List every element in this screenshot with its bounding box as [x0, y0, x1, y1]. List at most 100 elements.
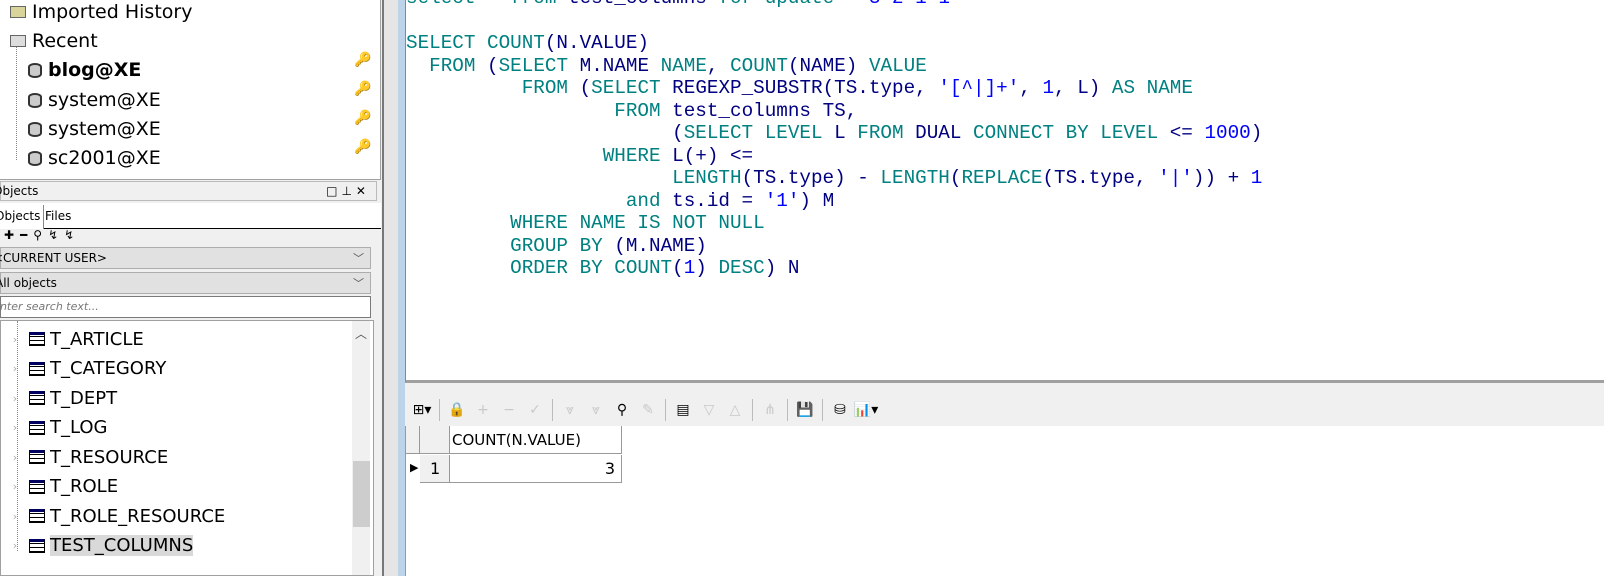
object-item[interactable]: › T_ROLE_RESOURCE — [1, 502, 225, 530]
connection-sc2001-xe[interactable]: sc2001@XE — [28, 144, 161, 172]
column-header[interactable]: COUNT(N.VALUE) — [450, 426, 622, 454]
lock-icon[interactable]: 🔒 — [444, 402, 470, 418]
expand-icon[interactable]: › — [1, 392, 29, 405]
sort-down-icon[interactable]: ▽ — [696, 402, 722, 418]
result-grid: COUNT(N.VALUE) ▶ 1 3 — [405, 426, 1604, 576]
object-label: TEST_COLUMNS — [50, 535, 194, 556]
result-toolbar: ⊞▾ 🔒 + − ✓ ⩔ ⩔ ⚲ ✎ ▤ ▽ △ ⋔ 💾 ⛁ 📊▾ — [409, 398, 879, 422]
key-icon[interactable]: 🔑 — [354, 139, 371, 155]
connection-tree: Imported History Recent blog@XE system@X… — [0, 0, 381, 180]
object-item[interactable]: › T_ROLE — [1, 473, 118, 501]
table-icon — [29, 450, 45, 464]
connection-label: blog@XE — [48, 59, 142, 81]
expand-icon[interactable]: › — [1, 421, 29, 434]
tree-folder-recent[interactable]: Recent — [10, 27, 98, 55]
filter-value: All objects — [0, 276, 57, 290]
scroll-up-icon[interactable]: ︿ — [352, 321, 370, 342]
scrollbar-thumb[interactable] — [353, 461, 370, 527]
find-binoculars-icon[interactable]: ⚲ — [609, 402, 635, 418]
key-icon[interactable]: 🔑 — [354, 110, 371, 126]
key-connected-icon[interactable]: 🔑 — [354, 52, 371, 68]
grid-corner — [406, 426, 420, 454]
objects-panel-title: Objects □⊥✕ — [0, 181, 377, 201]
sql-editor[interactable]: select from test_columns for update 3 2 … — [405, 0, 1604, 383]
table-icon — [29, 538, 45, 553]
result-cell[interactable]: 3 — [450, 455, 622, 483]
object-item[interactable]: › TEST_COLUMNS — [1, 532, 194, 560]
chart-icon[interactable]: 📊▾ — [853, 402, 879, 418]
object-item[interactable]: › T_ARTICLE — [1, 325, 144, 353]
editor-gutter — [398, 0, 405, 576]
object-label: T_CATEGORY — [50, 358, 167, 379]
sql-code[interactable]: select from test_columns for update 3 2 … — [406, 0, 1262, 280]
connection-system-xe[interactable]: system@XE — [28, 86, 161, 114]
table-icon — [29, 420, 45, 435]
tree-line — [16, 44, 17, 160]
save-disk-icon[interactable]: 💾 — [792, 402, 818, 418]
result-panel: ⊞▾ 🔒 + − ✓ ⩔ ⩔ ⚲ ✎ ▤ ▽ △ ⋔ 💾 ⛁ 📊▾ COUNT(… — [405, 386, 1604, 576]
expand-icon[interactable]: › — [1, 480, 29, 493]
tab-objects[interactable]: Objects — [0, 205, 45, 229]
object-item[interactable]: › T_LOG — [1, 414, 108, 442]
database-icon — [28, 62, 42, 78]
query-by-example-icon[interactable]: ▤ — [670, 402, 696, 418]
owner-select[interactable]: <CURRENT USER> ﹀ — [0, 247, 371, 269]
table-icon — [29, 391, 45, 405]
object-item[interactable]: › T_RESOURCE — [1, 443, 168, 471]
folder-label: Imported History — [32, 1, 193, 23]
table-icon — [29, 479, 45, 494]
filter-select[interactable]: All objects ﹀ — [0, 272, 371, 294]
expand-icon[interactable]: › — [1, 362, 29, 375]
table-icon — [29, 361, 45, 376]
object-item[interactable]: › T_DEPT — [1, 384, 117, 412]
panel-controls[interactable]: □⊥✕ — [326, 184, 370, 198]
chevron-down-icon: ﹀ — [353, 277, 364, 290]
tree-folder-imported-history[interactable]: Imported History — [10, 0, 192, 26]
database-icon — [28, 150, 42, 166]
expand-icon[interactable]: › — [1, 539, 29, 552]
object-list: › T_ARTICLE › T_CATEGORY › T_DEPT › T_LOG › T_RES… — [0, 320, 374, 576]
grid-layout-icon[interactable]: ⊞▾ — [409, 402, 435, 418]
expand-icon[interactable]: › — [1, 510, 29, 523]
table-icon — [29, 332, 45, 346]
connection-label: system@XE — [48, 89, 161, 111]
export-icon[interactable]: ⛁ — [827, 402, 853, 418]
grid-rownum-header — [420, 426, 450, 454]
table-icon — [29, 509, 45, 523]
connection-label: sc2001@XE — [48, 147, 161, 169]
expand-icon[interactable]: › — [1, 451, 29, 464]
object-search-input[interactable]: Enter search text... — [0, 296, 371, 318]
clear-eraser-icon[interactable]: ✎ — [635, 402, 661, 418]
objects-tabs: Objects Files — [0, 203, 381, 229]
object-label: T_ARTICLE — [50, 328, 144, 350]
chevron-down-icon: ﹀ — [353, 252, 364, 265]
object-label: T_ROLE_RESOURCE — [50, 505, 226, 527]
sort-up-icon[interactable]: △ — [722, 402, 748, 418]
folder-icon — [10, 35, 26, 47]
database-icon — [28, 92, 42, 108]
vertical-scrollbar[interactable]: ︿ — [352, 321, 370, 575]
post-checkmark-icon[interactable]: ✓ — [522, 402, 548, 418]
tree-view-icon[interactable]: ⋔ — [757, 402, 783, 418]
connection-label: system@XE — [48, 118, 161, 140]
panel-title: Objects — [0, 184, 39, 198]
database-icon — [28, 121, 42, 137]
fetch-all-icon[interactable]: ⩔ — [583, 402, 609, 418]
object-label: T_RESOURCE — [50, 446, 169, 468]
splitter[interactable] — [382, 0, 398, 576]
object-item[interactable]: › T_CATEGORY — [1, 355, 167, 383]
objects-toolbar[interactable]: ✚━⚲↯↯ — [4, 228, 80, 242]
delete-record-icon[interactable]: − — [496, 402, 522, 418]
object-label: T_DEPT — [50, 387, 118, 409]
tab-files[interactable]: Files — [42, 205, 74, 229]
fetch-next-icon[interactable]: ⩔ — [557, 402, 583, 418]
key-icon[interactable]: 🔑 — [354, 81, 371, 97]
folder-label: Recent — [32, 30, 98, 52]
connection-system-xe-2[interactable]: system@XE — [28, 115, 161, 143]
connection-blog-xe[interactable]: blog@XE — [28, 56, 141, 84]
object-label: T_LOG — [50, 417, 108, 438]
object-label: T_ROLE — [50, 476, 119, 497]
owner-value: <CURRENT USER> — [0, 251, 107, 265]
add-record-icon[interactable]: + — [470, 402, 496, 418]
expand-icon[interactable]: › — [1, 333, 29, 346]
